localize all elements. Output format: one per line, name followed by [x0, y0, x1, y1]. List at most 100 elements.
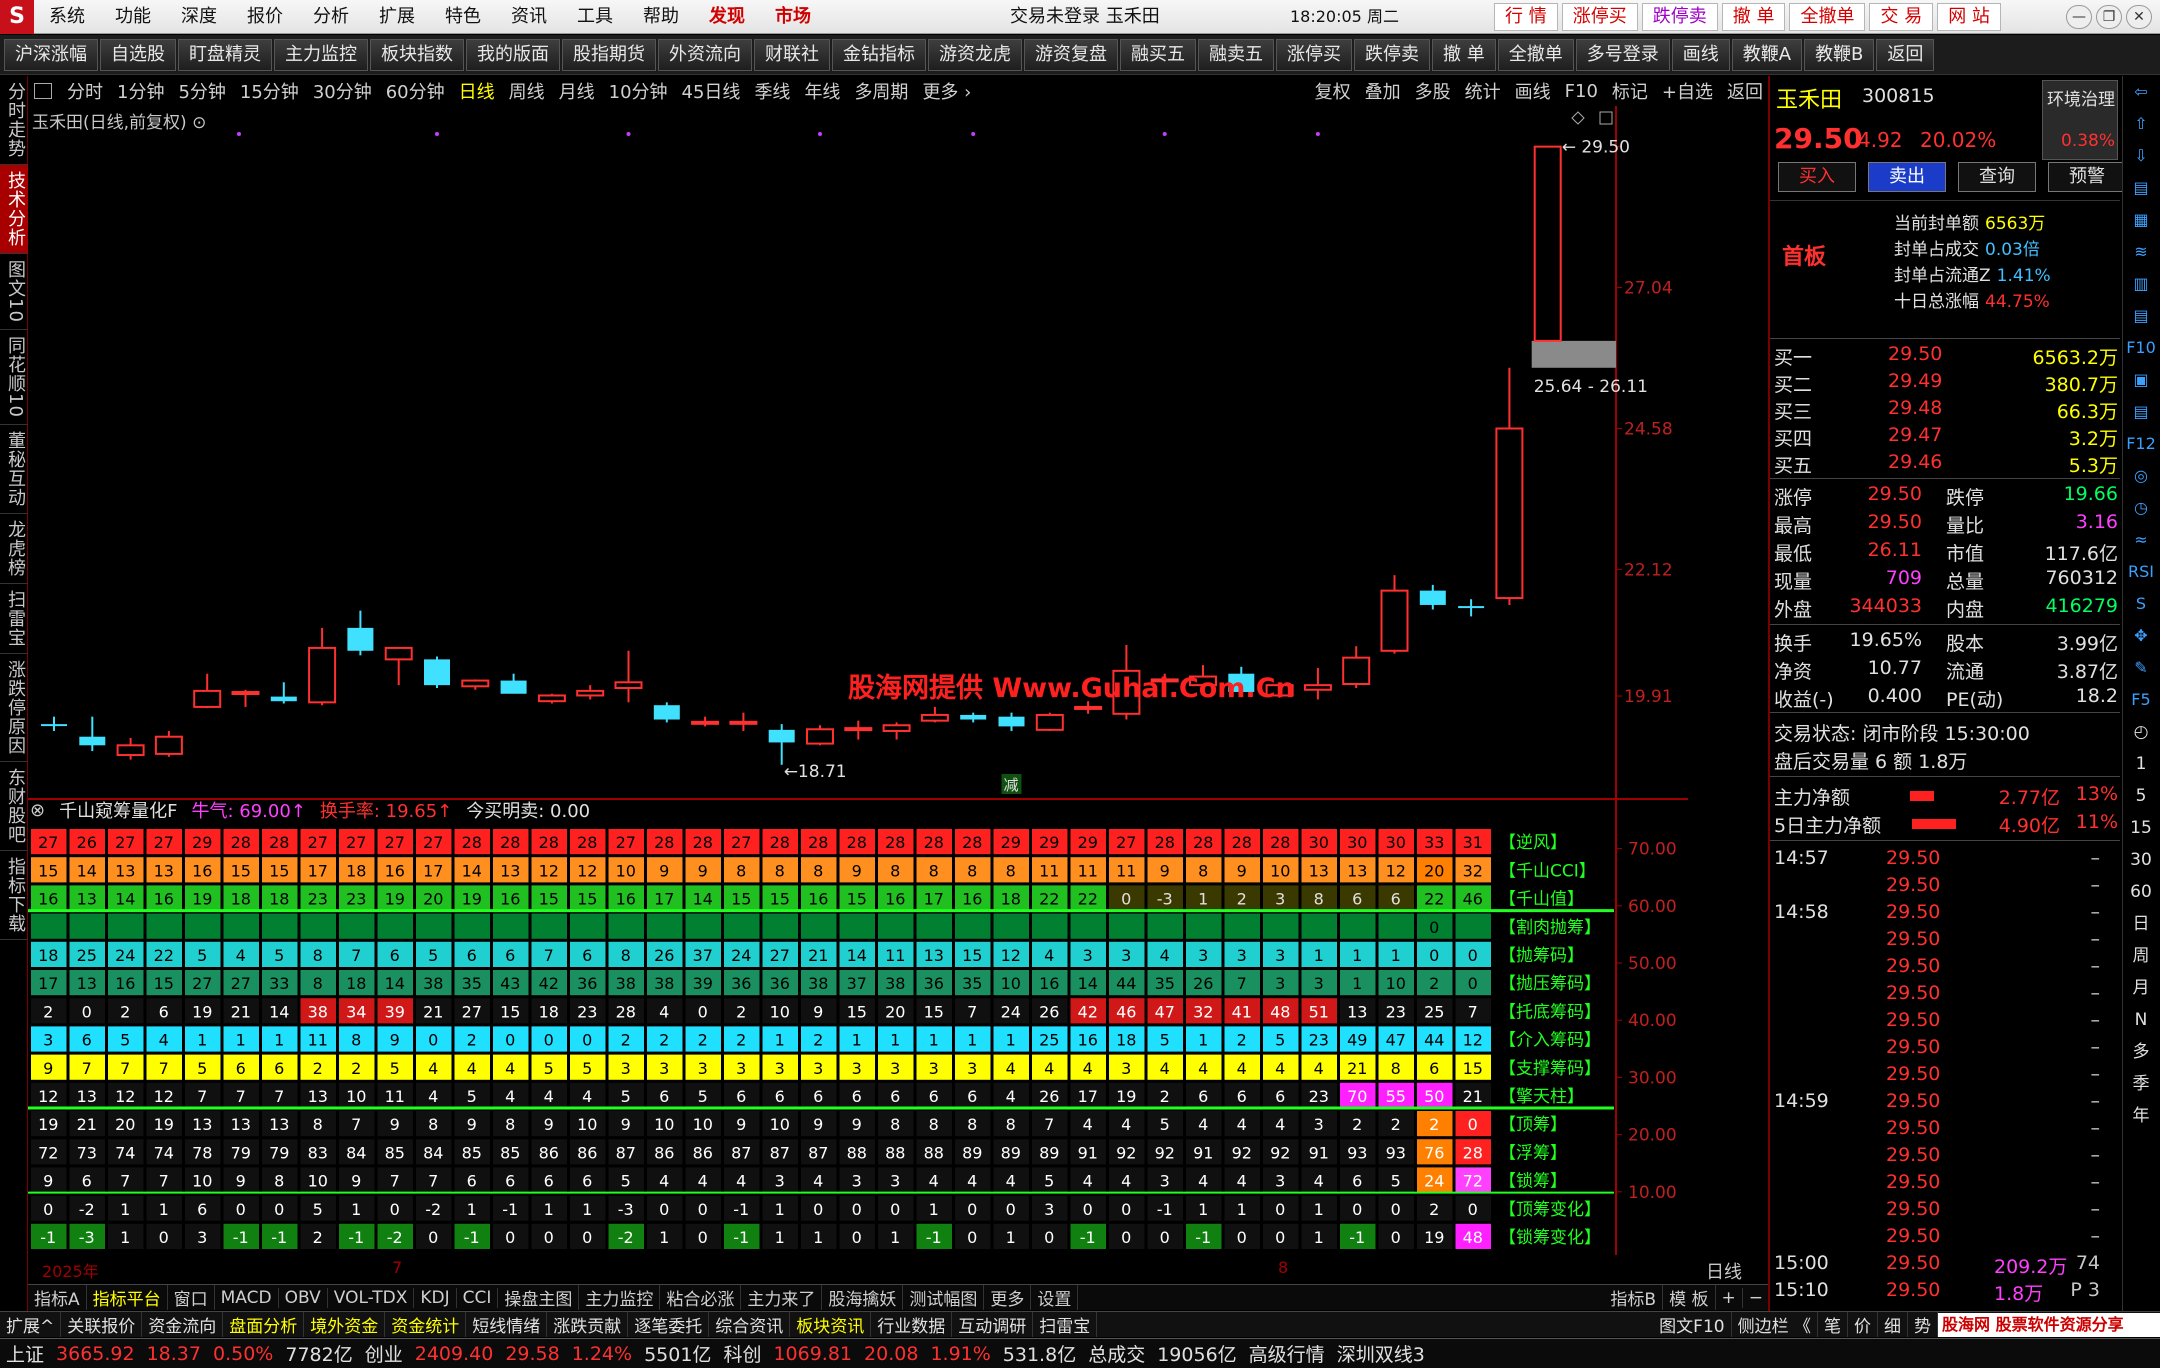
- indicator-close-icon[interactable]: ⊗: [30, 800, 45, 821]
- indicator-tab-8[interactable]: 操盘主图: [498, 1285, 580, 1310]
- side-tool-icon-14[interactable]: ≈: [2123, 524, 2159, 556]
- extension-tab-13[interactable]: 扫雷宝: [1033, 1312, 1098, 1337]
- left-nav-item-8[interactable]: 东财股吧: [0, 762, 28, 851]
- toolbar-button-17[interactable]: 全撤单: [1497, 38, 1574, 71]
- restore-icon[interactable]: ❐: [2096, 5, 2122, 29]
- toolbar-button-22[interactable]: 返回: [1876, 38, 1935, 71]
- left-nav-item-5[interactable]: 龙虎榜: [0, 514, 28, 584]
- side-tool-icon-10[interactable]: ▤: [2123, 396, 2159, 428]
- indicator-tab-9[interactable]: 主力监控: [579, 1285, 661, 1310]
- side-tool-icon-31[interactable]: 季: [2123, 1068, 2159, 1100]
- side-tool-icon-18[interactable]: ✎: [2123, 652, 2159, 684]
- extension-tab-right-2[interactable]: 笔: [1818, 1312, 1848, 1337]
- indicator-tab-3[interactable]: MACD: [215, 1287, 279, 1308]
- toolbar-button-9[interactable]: 金钻指标: [832, 38, 926, 71]
- menu-function[interactable]: 功能: [100, 0, 166, 34]
- period-tool-1[interactable]: 叠加: [1358, 78, 1408, 104]
- website-button[interactable]: 网 站: [1937, 3, 2001, 31]
- side-tool-icon-24[interactable]: 30: [2123, 844, 2159, 876]
- menu-system[interactable]: 系统: [34, 0, 100, 34]
- left-nav-item-7[interactable]: 涨跌停原因: [0, 654, 28, 762]
- period-tab-9[interactable]: 10分钟: [602, 78, 675, 104]
- extension-tab-right-0[interactable]: 图文F10: [1653, 1312, 1732, 1337]
- indicator-tab-right-3[interactable]: −: [1743, 1287, 1770, 1308]
- side-tool-icon-13[interactable]: ◷: [2123, 492, 2159, 524]
- indicator-tab-0[interactable]: 指标A: [28, 1285, 87, 1310]
- toolbar-button-7[interactable]: 外资流向: [658, 38, 752, 71]
- period-tab-10[interactable]: 45日线: [675, 78, 748, 104]
- extension-tab-right-3[interactable]: 价: [1848, 1312, 1878, 1337]
- trade-button[interactable]: 交 易: [1869, 3, 1934, 31]
- period-tab-4[interactable]: 30分钟: [306, 78, 379, 104]
- left-nav-item-9[interactable]: 指标下载: [0, 851, 28, 940]
- side-tool-icon-11[interactable]: F12: [2123, 428, 2159, 460]
- indicator-tab-14[interactable]: 更多: [984, 1285, 1032, 1310]
- extension-tab-right-1[interactable]: 侧边栏 《: [1732, 1312, 1818, 1337]
- toolbar-button-2[interactable]: 盯盘精灵: [178, 38, 272, 71]
- toolbar-button-12[interactable]: 融买五: [1120, 38, 1196, 71]
- menu-news[interactable]: 资讯: [496, 0, 562, 34]
- toolbar-button-14[interactable]: 涨停买: [1276, 38, 1352, 71]
- period-tab-0[interactable]: 分时: [60, 78, 110, 104]
- extension-tab-6[interactable]: 短线情绪: [466, 1312, 548, 1337]
- toolbar-button-21[interactable]: 教鞭B: [1804, 38, 1875, 71]
- menu-depth[interactable]: 深度: [166, 0, 232, 34]
- side-tool-icon-15[interactable]: RSI: [2123, 556, 2159, 588]
- extension-tab-right-4[interactable]: 细: [1878, 1312, 1908, 1337]
- indicator-tab-7[interactable]: CCI: [457, 1287, 499, 1308]
- kc-label[interactable]: 科创: [717, 1340, 767, 1367]
- period-tool-3[interactable]: 统计: [1458, 78, 1508, 104]
- extension-tab-12[interactable]: 互动调研: [952, 1312, 1034, 1337]
- side-tool-icon-20[interactable]: ◴: [2123, 716, 2159, 748]
- side-tool-icon-7[interactable]: ▤: [2123, 300, 2159, 332]
- period-tool-6[interactable]: 标记: [1605, 78, 1655, 104]
- buy-button[interactable]: 买入: [1778, 162, 1856, 192]
- extension-tab-5[interactable]: 资金统计: [385, 1312, 467, 1337]
- indicator-tab-10[interactable]: 粘合必涨: [660, 1285, 742, 1310]
- menu-help[interactable]: 帮助: [628, 0, 694, 34]
- indicator-tab-right-0[interactable]: 指标B: [1604, 1285, 1664, 1310]
- side-tool-icon-19[interactable]: F5: [2123, 684, 2159, 716]
- alert-button[interactable]: 预警: [2048, 162, 2126, 192]
- side-tool-icon-16[interactable]: S: [2123, 588, 2159, 620]
- period-tab-14[interactable]: 更多 ›: [915, 78, 978, 104]
- toolbar-button-3[interactable]: 主力监控: [274, 38, 368, 71]
- period-tool-2[interactable]: 多股: [1408, 78, 1458, 104]
- menu-quote[interactable]: 报价: [232, 0, 298, 34]
- period-tab-6[interactable]: 日线: [452, 78, 502, 104]
- server-site[interactable]: 深圳双线3: [1331, 1340, 1431, 1367]
- indicator-tab-6[interactable]: KDJ: [414, 1287, 457, 1308]
- extension-tab-8[interactable]: 逐笔委托: [628, 1312, 710, 1337]
- indicator-tab-11[interactable]: 主力来了: [741, 1285, 823, 1310]
- extension-tab-3[interactable]: 盘面分析: [223, 1312, 305, 1337]
- period-tab-8[interactable]: 月线: [552, 78, 602, 104]
- left-nav-item-4[interactable]: 董秘互动: [0, 425, 28, 514]
- sh-label[interactable]: 上证: [0, 1340, 50, 1367]
- period-tool-5[interactable]: F10: [1558, 81, 1605, 102]
- side-tool-icon-17[interactable]: ✥: [2123, 620, 2159, 652]
- toolbar-button-18[interactable]: 多号登录: [1575, 38, 1670, 71]
- close-icon[interactable]: ✕: [2126, 5, 2152, 29]
- menu-feature[interactable]: 特色: [430, 0, 496, 34]
- indicator-tab-right-1[interactable]: 模 板: [1663, 1285, 1716, 1310]
- left-nav-item-0[interactable]: 分时走势: [0, 76, 28, 165]
- cy-label[interactable]: 创业: [359, 1340, 409, 1367]
- minimize-icon[interactable]: —: [2066, 5, 2092, 29]
- toolbar-button-20[interactable]: 教鞭A: [1731, 38, 1803, 71]
- limit-up-buy-button[interactable]: 涨停买: [1561, 3, 1638, 31]
- side-tool-icon-12[interactable]: ◎: [2123, 460, 2159, 492]
- side-tool-icon-6[interactable]: ▥: [2123, 268, 2159, 300]
- extension-tab-11[interactable]: 行业数据: [871, 1312, 953, 1337]
- side-tool-icon-0[interactable]: ⇦: [2123, 76, 2159, 108]
- toolbar-button-6[interactable]: 股指期货: [562, 38, 656, 71]
- side-tool-icon-9[interactable]: ▣: [2123, 364, 2159, 396]
- side-tool-icon-8[interactable]: F10: [2123, 332, 2159, 364]
- left-nav-item-1[interactable]: 技术分析: [0, 165, 28, 254]
- side-tool-icon-4[interactable]: ▦: [2123, 204, 2159, 236]
- extension-tab-4[interactable]: 境外资金: [304, 1312, 386, 1337]
- period-tab-7[interactable]: 周线: [502, 78, 552, 104]
- menu-market[interactable]: 市场: [760, 0, 826, 34]
- period-tool-8[interactable]: 返回: [1720, 78, 1770, 104]
- extension-tab-0[interactable]: 扩展^: [0, 1312, 62, 1337]
- advanced-quote[interactable]: 高级行情: [1243, 1340, 1331, 1367]
